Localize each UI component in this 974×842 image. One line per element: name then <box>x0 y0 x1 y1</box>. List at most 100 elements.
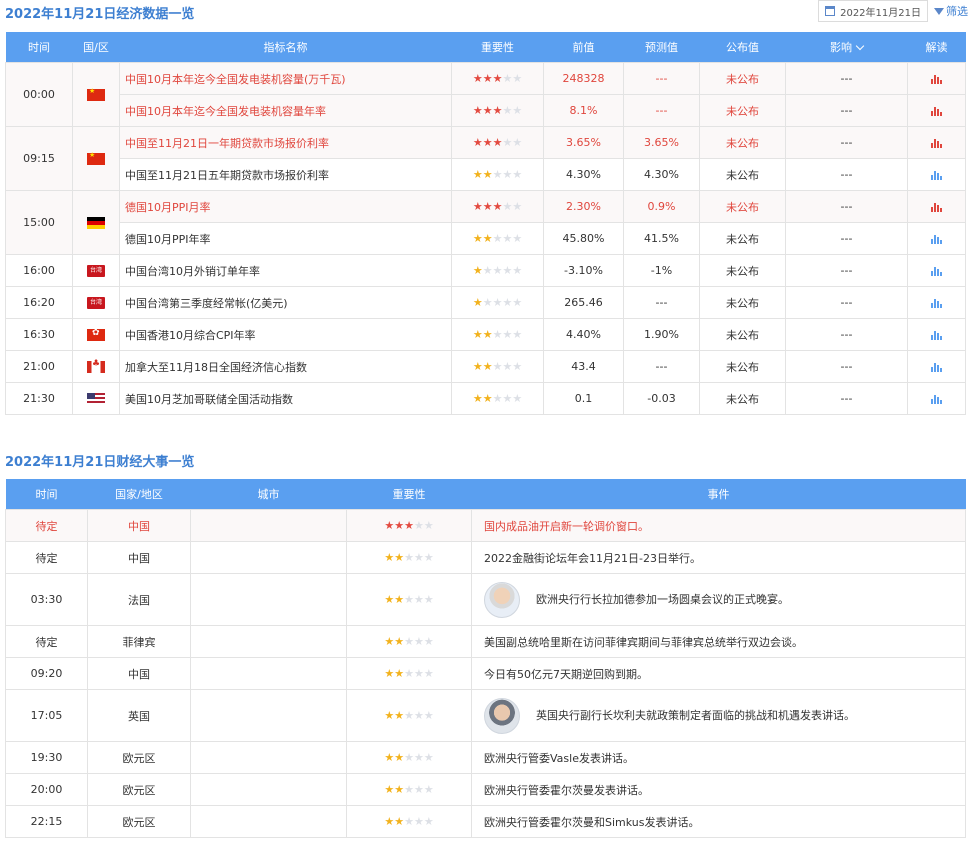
event-description: 欧洲央行行长拉加德参加一场圆桌会议的正式晚宴。 <box>471 573 966 626</box>
star-icon: ★ <box>492 296 503 309</box>
star-icon: ★ <box>384 551 395 564</box>
forecast-value: --- <box>623 350 700 383</box>
importance-cell: ★★★★★ <box>451 318 544 351</box>
bar-chart-icon[interactable] <box>931 266 942 276</box>
indicator-name[interactable]: 德国10月PPI月率 <box>119 190 452 223</box>
star-icon: ★ <box>472 168 483 181</box>
table-row: 19:30 欧元区 ★★★★★ 欧洲央行管委Vasle发表讲话。 <box>5 741 966 774</box>
indicator-name[interactable]: 德国10月PPI年率 <box>119 222 452 255</box>
importance-stars: ★★★★★ <box>384 551 433 564</box>
importance-stars: ★★★★★ <box>473 136 522 149</box>
interp-cell[interactable] <box>907 190 966 223</box>
bar-chart-icon[interactable] <box>931 330 942 340</box>
event-city <box>190 573 347 626</box>
star-icon: ★ <box>492 104 503 117</box>
forecast-value: --- <box>623 62 700 95</box>
actual-value: 未公布 <box>699 190 786 223</box>
star-icon: ★ <box>482 72 493 85</box>
date-picker[interactable]: 2022年11月21日 <box>818 0 928 22</box>
bar-chart-icon[interactable] <box>931 394 942 404</box>
event-importance: ★★★★★ <box>346 689 472 742</box>
importance-cell: ★★★★★ <box>451 222 544 255</box>
table-row: 15:00 德国10月PPI月率 ★★★★★ 2.30% 0.9% 未公布 --- <box>5 190 966 255</box>
event-city <box>190 541 347 574</box>
star-icon: ★ <box>472 72 483 85</box>
filter-button[interactable]: 筛选 <box>934 3 968 19</box>
interp-cell[interactable] <box>907 62 966 95</box>
bar-chart-icon[interactable] <box>931 234 942 244</box>
event-text: 国内成品油开启新一轮调价窗口。 <box>484 519 649 533</box>
indicator-name[interactable]: 中国10月本年迄今全国发电装机容量(万千瓦) <box>119 62 452 95</box>
interp-cell[interactable] <box>907 286 966 319</box>
interp-cell[interactable] <box>907 126 966 159</box>
bar-chart-icon[interactable] <box>931 106 942 116</box>
importance-stars: ★★★★★ <box>384 667 433 680</box>
event-time: 19:30 <box>5 741 88 774</box>
actual-value: 未公布 <box>699 222 786 255</box>
prev-value: 8.1% <box>543 94 624 127</box>
indicator-name[interactable]: 中国香港10月综合CPI年率 <box>119 318 452 351</box>
star-icon: ★ <box>492 136 503 149</box>
event-importance: ★★★★★ <box>346 541 472 574</box>
indicator-name[interactable]: 中国台湾第三季度经常帐(亿美元) <box>119 286 452 319</box>
interp-cell[interactable] <box>907 318 966 351</box>
event-importance: ★★★★★ <box>346 741 472 774</box>
interp-cell[interactable] <box>907 254 966 287</box>
interp-cell[interactable] <box>907 222 966 255</box>
bar-chart-icon[interactable] <box>931 170 942 180</box>
event-text: 2022金融街论坛年会11月21日-23日举行。 <box>484 551 701 565</box>
ev-col-city: 城市 <box>190 479 347 510</box>
star-icon: ★ <box>404 751 414 764</box>
indicator-name[interactable]: 中国至11月21日五年期贷款市场报价利率 <box>119 158 452 191</box>
indicator-name[interactable]: 中国10月本年迄今全国发电装机容量年率 <box>119 94 452 127</box>
interp-cell[interactable] <box>907 382 966 415</box>
event-description: 英国央行副行长坎利夫就政策制定者面临的挑战和机遇发表讲话。 <box>471 689 966 742</box>
econ-section-title: 2022年11月21日经济数据一览 <box>5 7 195 22</box>
filter-icon <box>934 7 944 15</box>
event-country: 中国 <box>87 541 191 574</box>
importance-stars: ★★★★★ <box>473 232 522 245</box>
table-row: 16:00 台湾 中国台湾10月外销订单年率 ★★★★★ -3.10% -1% 未公布 --- <box>5 254 966 287</box>
indicator-name[interactable]: 美国10月芝加哥联储全国活动指数 <box>119 382 452 415</box>
bar-chart-icon[interactable] <box>931 74 942 84</box>
interp-cell[interactable] <box>907 350 966 383</box>
impact-value: --- <box>785 158 908 191</box>
star-icon: ★ <box>512 360 523 373</box>
event-description: 欧洲央行管委霍尔茨曼和Simkus发表讲话。 <box>471 805 966 838</box>
time-cell: 15:00 <box>5 190 73 255</box>
indicator-name[interactable]: 加拿大至11月18日全国经济信心指数 <box>119 350 452 383</box>
events-table: 时间 国家/地区 城市 重要性 事件 待定 中国 ★★★★★ 国内成品油开启新一轮调价… <box>5 479 966 838</box>
star-icon: ★ <box>413 593 424 606</box>
ev-col-importance: 重要性 <box>346 479 472 510</box>
impact-value: --- <box>785 254 908 287</box>
star-icon: ★ <box>404 519 414 532</box>
interp-cell[interactable] <box>907 158 966 191</box>
bar-chart-icon[interactable] <box>931 138 942 148</box>
prev-value: 2.30% <box>543 190 624 223</box>
importance-stars: ★★★★★ <box>384 751 433 764</box>
indicator-name[interactable]: 中国至11月21日一年期贷款市场报价利率 <box>119 126 452 159</box>
star-icon: ★ <box>492 200 503 213</box>
indicator-name[interactable]: 中国台湾10月外销订单年率 <box>119 254 452 287</box>
event-time: 待定 <box>5 541 88 574</box>
col-impact[interactable]: 影响 <box>785 32 908 63</box>
col-name: 指标名称 <box>119 32 452 63</box>
star-icon: ★ <box>512 72 523 85</box>
importance-stars: ★★★★★ <box>384 815 433 828</box>
star-icon: ★ <box>423 635 434 648</box>
star-icon: ★ <box>512 136 523 149</box>
event-time: 20:00 <box>5 773 88 806</box>
table-row: 待定 菲律宾 ★★★★★ 美国副总统哈里斯在访问菲律宾期间与菲律宾总统举行双边会谈。 <box>5 625 966 658</box>
star-icon: ★ <box>384 751 395 764</box>
star-icon: ★ <box>512 232 523 245</box>
star-icon: ★ <box>512 296 523 309</box>
bar-chart-icon[interactable] <box>931 202 942 212</box>
importance-stars: ★★★★★ <box>473 168 522 181</box>
impact-value: --- <box>785 382 908 415</box>
importance-stars: ★★★★★ <box>384 709 433 722</box>
bar-chart-icon[interactable] <box>931 362 942 372</box>
bar-chart-icon[interactable] <box>931 298 942 308</box>
event-time: 09:20 <box>5 657 88 690</box>
star-icon: ★ <box>394 551 405 564</box>
interp-cell[interactable] <box>907 94 966 127</box>
